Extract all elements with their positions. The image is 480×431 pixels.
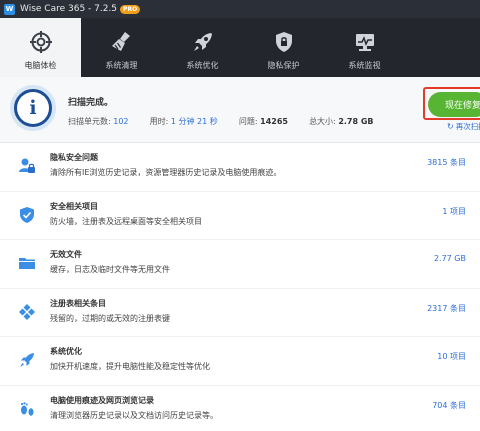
shield-lock-icon [275,32,292,52]
tab-system-optimize[interactable]: 系统优化 [162,18,243,77]
item-title: 注册表相关条目 [50,298,106,308]
item-value[interactable]: 1 项目 [442,206,466,217]
privacy-user-icon [19,158,35,173]
tab-label: 系统监视 [348,61,381,70]
item-title: 电脑使用痕迹及网页浏览记录 [50,395,154,405]
refresh-icon: ↻ [447,122,454,131]
item-description: 缓存，日志及临时文件等无用文件 [50,265,170,274]
folder-icon [19,258,35,269]
item-description: 加快开机速度，提升电脑性能及稳定性等优化 [50,362,210,371]
rescan-label: 再次扫描 [455,122,480,131]
item-title: 无效文件 [50,250,82,259]
scan-summary: i 扫描完成。 扫描单元数: 102 用时: 1 分钟 21 秒 问题: 142… [0,77,480,143]
units-value: 102 [113,117,129,126]
tab-label: 系统优化 [186,61,219,70]
tab-label: 隐私保护 [267,61,300,70]
tab-label: 电脑体检 [24,61,57,70]
tab-system-monitor[interactable]: 系统监视 [324,18,405,77]
item-value[interactable]: 3815 条目 [427,157,466,168]
tab-label: 系统清理 [105,61,138,70]
scan-stats: 扫描单元数: 102 用时: 1 分钟 21 秒 问题: 14265 总大小: … [68,116,374,127]
rocket-icon [193,33,212,51]
registry-cubes-icon [19,303,35,320]
item-description: 残留的，过期的或无效的注册表键 [50,313,170,323]
tab-system-cleanup[interactable]: 系统清理 [81,18,162,77]
list-item-privacy[interactable]: 隐私安全问题 清除所有IE浏览历史记录，资源管理器历史记录及电脑使用痕迹。 38… [0,143,480,192]
item-value[interactable]: 2317 条目 [427,303,466,314]
security-shield-icon [20,206,34,223]
time-label: 用时: [149,117,169,126]
size-value: 2.78 GB [338,117,374,126]
issues-label: 问题: [238,117,258,126]
item-description: 防火墙，注册表及远程桌面等安全相关项目 [50,216,202,226]
fix-now-button[interactable]: 现在修复 [428,92,480,117]
item-title: 安全相关项目 [50,201,98,211]
item-description: 清理浏览器历史记录以及文档访问历史记录等。 [50,410,218,420]
item-value[interactable]: 10 项目 [437,351,466,362]
item-value[interactable]: 2.77 GB [434,254,466,263]
item-value[interactable]: 704 条目 [432,400,466,411]
item-title: 系统优化 [50,347,82,356]
monitor-icon [355,34,374,51]
app-logo-icon: W [4,3,15,15]
tab-pc-checkup[interactable]: 电脑体检 [0,18,81,77]
list-item-security[interactable]: 安全相关项目 防火墙，注册表及远程桌面等安全相关项目 1 项目 [0,192,480,240]
item-description: 清除所有IE浏览历史记录，资源管理器历史记录及电脑使用痕迹。 [50,168,282,177]
size-label: 总大小: [309,117,336,126]
scan-status-title: 扫描完成。 [68,98,114,108]
item-title: 隐私安全问题 [50,153,98,162]
footprint-icon [20,401,34,416]
window-title: Wise Care 365 - 7.2.5 [20,4,118,14]
main-nav: 电脑体检 系统清理 系统优化 隐私保护 系统监视 [0,18,480,77]
list-item-junk-files[interactable]: 无效文件 缓存，日志及临时文件等无用文件 2.77 GB [0,240,480,289]
optimize-rocket-icon [20,353,34,367]
time-value: 1 分钟 21 秒 [170,117,218,126]
list-item-registry[interactable]: 注册表相关条目 残留的，过期的或无效的注册表键 2317 条目 [0,289,480,337]
issues-value: 14265 [260,117,288,126]
units-label: 扫描单元数: [68,117,111,126]
edition-badge: PRO [120,4,141,14]
title-bar: W Wise Care 365 - 7.2.5 PRO [0,0,480,18]
rescan-link[interactable]: ↻ 再次扫描 [447,121,480,132]
list-item-traces[interactable]: 电脑使用痕迹及网页浏览记录 清理浏览器历史记录以及文档访问历史记录等。 704 … [0,386,480,431]
info-glyph: i [17,92,49,124]
result-list: 隐私安全问题 清除所有IE浏览历史记录，资源管理器历史记录及电脑使用痕迹。 38… [0,143,480,431]
tab-privacy-protect[interactable]: 隐私保护 [243,18,324,77]
info-icon: i [10,85,56,131]
broom-icon [111,32,130,51]
list-item-optimize[interactable]: 系统优化 加快开机速度，提升电脑性能及稳定性等优化 10 项目 [0,337,480,386]
crosshair-icon [29,31,52,53]
